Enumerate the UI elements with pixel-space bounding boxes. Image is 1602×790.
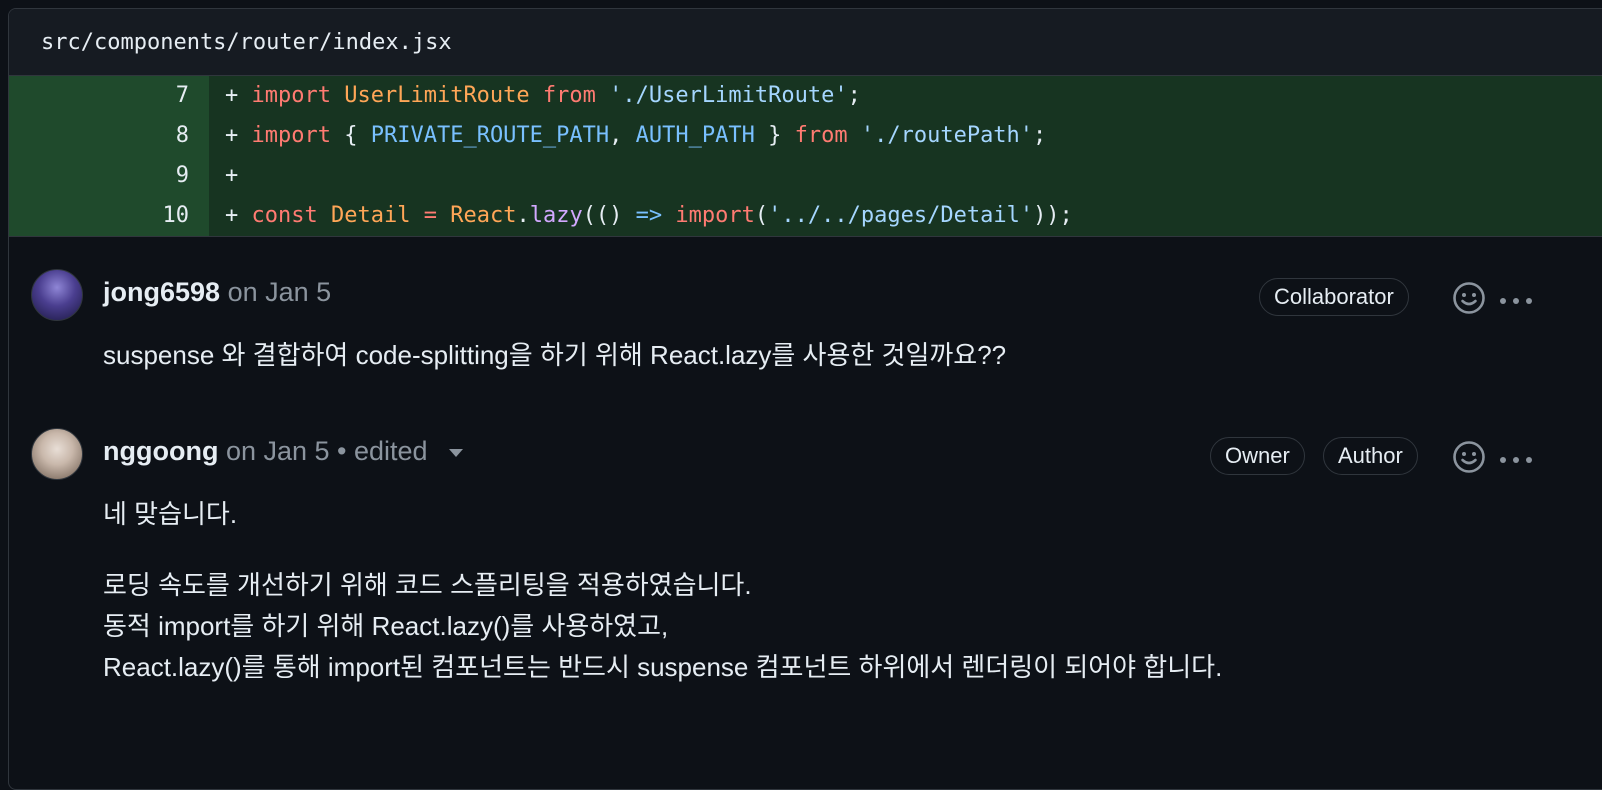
diff-line: 8 + import { PRIVATE_ROUTE_PATH, AUTH_PA…	[9, 116, 1602, 156]
owner-badge: Owner	[1210, 437, 1305, 475]
comment-body: suspense 와 결합하여 code-splitting을 하기 위해 Re…	[103, 335, 1006, 376]
comment-header: nggoong on Jan 5 • edited	[103, 436, 464, 467]
comment-timestamp[interactable]: on Jan 5	[228, 277, 332, 307]
diff-line: 7 + import UserLimitRoute from './UserLi…	[9, 76, 1602, 116]
comment-paragraph: 네 맞습니다.	[103, 499, 238, 529]
code-line: +	[209, 156, 1602, 196]
diff-line: 10 + const Detail = React.lazy(() => imp…	[9, 196, 1602, 236]
code-line: + import UserLimitRoute from './UserLimi…	[209, 76, 1602, 116]
line-number[interactable]: 9	[9, 156, 209, 196]
author-name[interactable]: jong6598	[103, 277, 220, 307]
line-number[interactable]: 7	[9, 76, 209, 116]
author-badge: Author	[1323, 437, 1418, 475]
line-number[interactable]: 8	[9, 116, 209, 156]
review-thread-panel: src/components/router/index.jsx 7 + impo…	[8, 8, 1602, 790]
smiley-icon[interactable]	[1452, 281, 1486, 320]
triangle-down-icon[interactable]	[449, 448, 464, 457]
avatar[interactable]	[31, 428, 83, 480]
comment-paragraph: 동적 import를 하기 위해 React.lazy()를 사용하였고,	[103, 611, 669, 641]
code-line: + const Detail = React.lazy(() => import…	[209, 196, 1602, 236]
comment-body: 네 맞습니다. 로딩 속도를 개선하기 위해 코드 스플리팅을 적용하였습니다.…	[103, 494, 1222, 688]
author-name[interactable]: nggoong	[103, 436, 218, 466]
comment-header: jong6598 on Jan 5	[103, 277, 331, 308]
code-line: + import { PRIVATE_ROUTE_PATH, AUTH_PATH…	[209, 116, 1602, 156]
kebab-horizontal-icon[interactable]	[1499, 452, 1533, 470]
collaborator-badge: Collaborator	[1259, 278, 1409, 316]
comment-paragraph: React.lazy()를 통해 import된 컴포넌트는 반드시 suspe…	[103, 652, 1223, 682]
kebab-horizontal-icon[interactable]	[1499, 293, 1533, 311]
comment-paragraph: 로딩 속도를 개선하기 위해 코드 스플리팅을 적용하였습니다.	[103, 570, 752, 600]
line-number[interactable]: 10	[9, 196, 209, 236]
smiley-icon[interactable]	[1452, 440, 1486, 479]
diff-hunk: 7 + import UserLimitRoute from './UserLi…	[9, 76, 1602, 237]
avatar[interactable]	[31, 269, 83, 321]
comment-timestamp[interactable]: on Jan 5 • edited	[226, 436, 428, 466]
file-path-header: src/components/router/index.jsx	[9, 9, 1602, 76]
comment-paragraph: suspense 와 결합하여 code-splitting을 하기 위해 Re…	[103, 340, 1007, 370]
file-path[interactable]: src/components/router/index.jsx	[41, 30, 452, 55]
diff-line: 9 +	[9, 156, 1602, 196]
